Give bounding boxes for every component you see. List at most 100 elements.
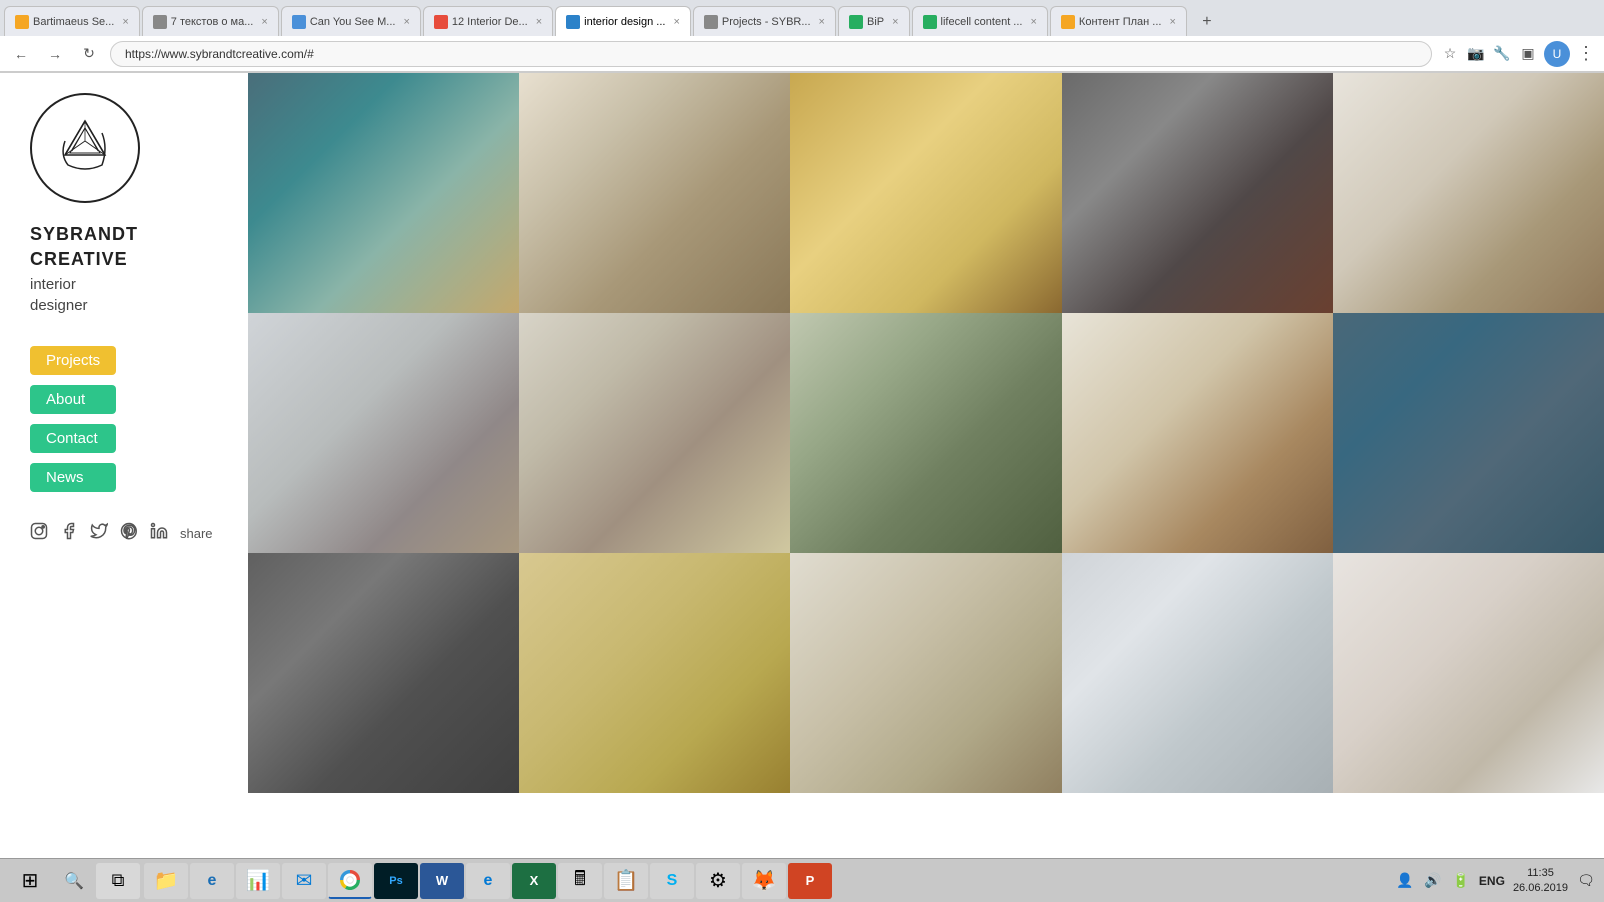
taskbar-app-explorer[interactable]: 📁 <box>144 863 188 899</box>
nav-about[interactable]: About <box>30 385 116 414</box>
taskbar-search-button[interactable]: 🔍 <box>56 863 92 899</box>
tab-5[interactable]: interior design ... × <box>555 6 691 36</box>
tab-favicon-4 <box>434 15 448 29</box>
tab-favicon-3 <box>292 15 306 29</box>
grid-item-8[interactable] <box>790 313 1061 553</box>
tabs-bar: Bartimaeus Se... × 7 текстов о ма... × C… <box>0 0 1604 36</box>
address-icons: ☆ 📷 🔧 ▣ U ⋮ <box>1440 41 1596 67</box>
forward-button[interactable]: → <box>42 41 68 67</box>
taskbar-battery-icon[interactable]: 🔋 <box>1451 871 1471 891</box>
tab-close-9[interactable]: × <box>1169 16 1175 28</box>
taskbar-app-edge[interactable]: e <box>466 863 510 899</box>
grid-item-10[interactable] <box>1333 313 1604 553</box>
grid-item-7[interactable] <box>519 313 790 553</box>
taskbar-app-excel[interactable]: X <box>512 863 556 899</box>
tab-6[interactable]: Projects - SYBR... × <box>693 6 836 36</box>
tab-label-8: lifecell content ... <box>941 16 1023 28</box>
tab-close-2[interactable]: × <box>261 16 267 28</box>
tab-7[interactable]: BiP × <box>838 6 910 36</box>
framer-icon[interactable]: ▣ <box>1518 44 1538 64</box>
extension-icon[interactable]: 🔧 <box>1492 44 1512 64</box>
tab-label-1: Bartimaeus Se... <box>33 16 114 28</box>
taskbar-volume-icon[interactable]: 🔊 <box>1423 871 1443 891</box>
linkedin-icon[interactable] <box>150 522 168 545</box>
tab-2[interactable]: 7 текстов о ма... × <box>142 6 279 36</box>
refresh-button[interactable]: ↻ <box>76 41 102 67</box>
tab-favicon-6 <box>704 15 718 29</box>
facebook-icon[interactable] <box>60 522 78 545</box>
taskbar-app-outlook[interactable]: ✉ <box>282 863 326 899</box>
tab-close-3[interactable]: × <box>403 16 409 28</box>
taskbar-app-firefox[interactable]: 🦊 <box>742 863 786 899</box>
grid-item-15[interactable] <box>1333 553 1604 793</box>
add-tab-button[interactable]: + <box>1193 8 1221 36</box>
grid-item-5[interactable] <box>1333 73 1604 313</box>
menu-button[interactable]: ⋮ <box>1576 44 1596 64</box>
grid-item-9[interactable] <box>1062 313 1333 553</box>
taskbar-app-skype[interactable]: S <box>650 863 694 899</box>
tab-4[interactable]: 12 Interior De... × <box>423 6 553 36</box>
pinterest-icon[interactable] <box>120 522 138 545</box>
tab-1[interactable]: Bartimaeus Se... × <box>4 6 140 36</box>
nav-news[interactable]: News <box>30 463 116 492</box>
grid-image-8 <box>790 313 1061 553</box>
tab-label-7: BiP <box>867 16 884 28</box>
taskbar-app-photoshop[interactable]: Ps <box>374 863 418 899</box>
share-link[interactable]: share <box>180 526 213 541</box>
screenshot-icon[interactable]: 📷 <box>1466 44 1486 64</box>
tab-close-6[interactable]: × <box>819 16 825 28</box>
task-view-button[interactable]: ⧉ <box>96 863 140 899</box>
taskbar-app-misc[interactable]: 📋 <box>604 863 648 899</box>
tab-label-3: Can You See M... <box>310 16 396 28</box>
grid-item-4[interactable] <box>1062 73 1333 313</box>
instagram-icon[interactable] <box>30 522 48 545</box>
grid-image-10 <box>1333 313 1604 553</box>
nav-menu: Projects About Contact News <box>30 346 116 492</box>
sidebar: SYBRANDT CREATIVE interior designer Proj… <box>0 73 248 867</box>
grid-item-3[interactable] <box>790 73 1061 313</box>
grid-item-13[interactable] <box>790 553 1061 793</box>
tab-close-5[interactable]: × <box>673 16 679 28</box>
user-avatar[interactable]: U <box>1544 41 1570 67</box>
taskbar-app-calc[interactable]: 🖩 <box>558 863 602 899</box>
start-button[interactable]: ⊞ <box>8 863 52 899</box>
nav-contact[interactable]: Contact <box>30 424 116 453</box>
taskbar-app-office[interactable]: 📊 <box>236 863 280 899</box>
grid-item-1[interactable] <box>248 73 519 313</box>
nav-projects[interactable]: Projects <box>30 346 116 375</box>
grid-item-6[interactable] <box>248 313 519 553</box>
grid-image-9 <box>1062 313 1333 553</box>
taskbar-app-settings[interactable]: ⚙ <box>696 863 740 899</box>
tab-close-7[interactable]: × <box>892 16 898 28</box>
grid-image-7 <box>519 313 790 553</box>
tab-3[interactable]: Can You See M... × <box>281 6 421 36</box>
taskbar-notification-icon[interactable]: 🗨 <box>1576 871 1596 891</box>
brand-logo[interactable] <box>30 93 140 203</box>
taskbar-network-icon[interactable]: 👤 <box>1395 871 1415 891</box>
grid-item-14[interactable] <box>1062 553 1333 793</box>
tab-9[interactable]: Контент План ... × <box>1050 6 1187 36</box>
tab-8[interactable]: lifecell content ... × <box>912 6 1048 36</box>
twitter-icon[interactable] <box>90 522 108 545</box>
grid-item-2[interactable] <box>519 73 790 313</box>
tab-close-4[interactable]: × <box>536 16 542 28</box>
taskbar-app-chrome[interactable] <box>328 863 372 899</box>
grid-item-11[interactable] <box>248 553 519 793</box>
brand-name-line1: SYBRANDT <box>30 223 138 246</box>
taskbar-language[interactable]: ENG <box>1479 874 1505 888</box>
back-button[interactable]: ← <box>8 41 34 67</box>
tab-close-1[interactable]: × <box>122 16 128 28</box>
tab-close-8[interactable]: × <box>1030 16 1036 28</box>
bookmark-icon[interactable]: ☆ <box>1440 44 1460 64</box>
logo-svg <box>50 113 120 183</box>
browser-chrome: Bartimaeus Se... × 7 текстов о ма... × C… <box>0 0 1604 73</box>
tab-favicon-1 <box>15 15 29 29</box>
url-input[interactable] <box>110 41 1432 67</box>
taskbar-app-word[interactable]: W <box>420 863 464 899</box>
grid-image-2 <box>519 73 790 313</box>
tab-label-9: Контент План ... <box>1079 16 1162 28</box>
grid-item-12[interactable] <box>519 553 790 793</box>
taskbar-clock[interactable]: 11:35 26.06.2019 <box>1513 866 1568 895</box>
taskbar-app-ppt[interactable]: P <box>788 863 832 899</box>
taskbar-app-ie[interactable]: e <box>190 863 234 899</box>
